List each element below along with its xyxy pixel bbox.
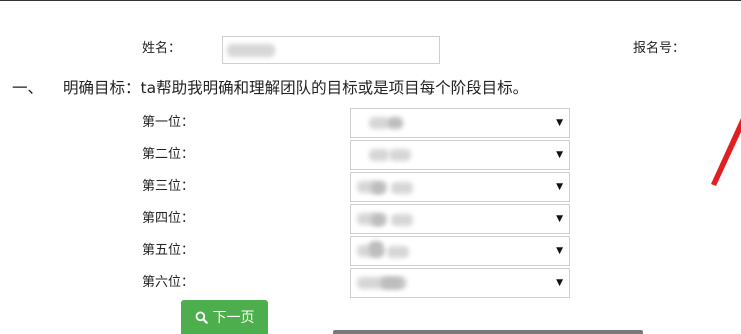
- question-number: 一、: [12, 79, 44, 97]
- redacted-value: [369, 149, 389, 161]
- rank-row-3: 第三位： ▼: [0, 172, 741, 202]
- rank-row-1: 第一位： ▼: [0, 108, 741, 138]
- redacted-value: [371, 214, 385, 226]
- rank-select-3[interactable]: ▼: [350, 172, 570, 202]
- redacted-value: [369, 117, 389, 129]
- redacted-value: [391, 182, 413, 194]
- rank-select-4[interactable]: ▼: [350, 204, 570, 234]
- rank-label: 第六位：: [142, 275, 195, 290]
- bottom-scrollbar[interactable]: [333, 330, 643, 334]
- redacted-value: [391, 214, 413, 226]
- dropdown-arrow-icon: ▼: [556, 278, 563, 288]
- name-label: 姓名：: [142, 41, 182, 56]
- annotation-arrow: [711, 118, 741, 186]
- rank-select-5[interactable]: ▼: [350, 236, 570, 266]
- dropdown-arrow-icon: ▼: [556, 118, 563, 128]
- rank-label: 第五位：: [142, 243, 195, 258]
- dropdown-arrow-icon: ▼: [556, 246, 563, 256]
- rank-select-1[interactable]: ▼: [350, 108, 570, 138]
- rank-label: 第三位：: [142, 179, 195, 194]
- rank-label: 第四位：: [142, 211, 195, 226]
- rank-label: 第一位：: [142, 115, 195, 130]
- redacted-value: [369, 241, 383, 257]
- redacted-value: [389, 149, 411, 161]
- next-page-label: 下一页: [212, 310, 255, 326]
- rank-row-6: 第六位： ▼: [0, 268, 741, 298]
- dropdown-arrow-icon: ▼: [556, 182, 563, 192]
- dropdown-arrow-icon: ▼: [556, 150, 563, 160]
- redacted-value: [381, 277, 403, 289]
- registration-number-label: 报名号：: [633, 41, 686, 56]
- dropdown-arrow-icon: ▼: [556, 214, 563, 224]
- question-heading: 一、 明确目标：ta帮助我明确和理解团队的目标或是项目每个阶段目标。: [12, 78, 528, 98]
- rank-label: 第二位：: [142, 147, 195, 162]
- redacted-value: [227, 44, 275, 57]
- redacted-value: [371, 182, 385, 194]
- rank-row-2: 第二位： ▼: [0, 140, 741, 170]
- search-icon: [195, 311, 208, 324]
- name-field[interactable]: [222, 36, 440, 64]
- redacted-value: [387, 117, 403, 129]
- top-border: [0, 0, 741, 1]
- rank-row-5: 第五位： ▼: [0, 236, 741, 266]
- rank-row-4: 第四位： ▼: [0, 204, 741, 234]
- next-page-button[interactable]: 下一页: [181, 300, 268, 334]
- rank-select-2[interactable]: ▼: [350, 140, 570, 170]
- rank-select-6[interactable]: ▼: [350, 268, 570, 298]
- redacted-value: [387, 246, 409, 258]
- question-text: 明确目标：ta帮助我明确和理解团队的目标或是项目每个阶段目标。: [63, 79, 529, 97]
